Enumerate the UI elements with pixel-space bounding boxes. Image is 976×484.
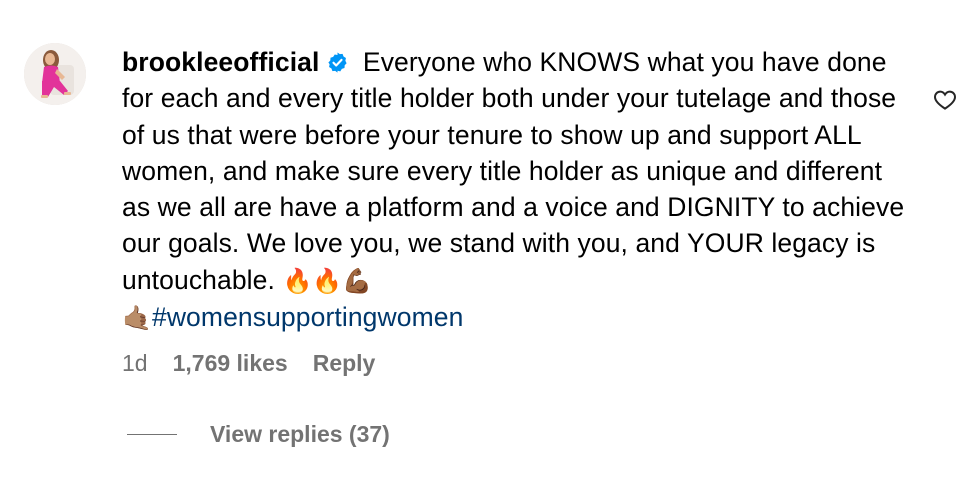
username-link[interactable]: brookleeofficial (122, 47, 319, 77)
likes-count[interactable]: 1,769 likes (173, 350, 288, 377)
emoji-shaka: 🤙🏽 (122, 304, 152, 333)
emoji-fire-fire-flex: 🔥🔥💪🏾 (282, 266, 373, 295)
comment-meta: 1d 1,769 likes Reply (122, 350, 375, 377)
view-replies-label: View replies (37) (210, 421, 390, 447)
comment-text: Everyone who KNOWS what you have done fo… (122, 47, 905, 295)
comment: brookleeofficial Everyone who KNOWS what… (0, 0, 976, 484)
hashtag-link[interactable]: #womensupportingwomen (152, 302, 463, 332)
avatar-photo (24, 43, 86, 105)
timestamp[interactable]: 1d (122, 350, 148, 377)
comment-body: brookleeofficial Everyone who KNOWS what… (122, 44, 912, 336)
reply-button[interactable]: Reply (313, 350, 376, 377)
view-replies-button[interactable]: View replies (37) (127, 421, 390, 448)
like-heart-icon[interactable] (932, 88, 962, 116)
replies-divider-line (127, 433, 177, 436)
verified-badge-icon (328, 52, 348, 73)
avatar[interactable] (24, 43, 86, 105)
